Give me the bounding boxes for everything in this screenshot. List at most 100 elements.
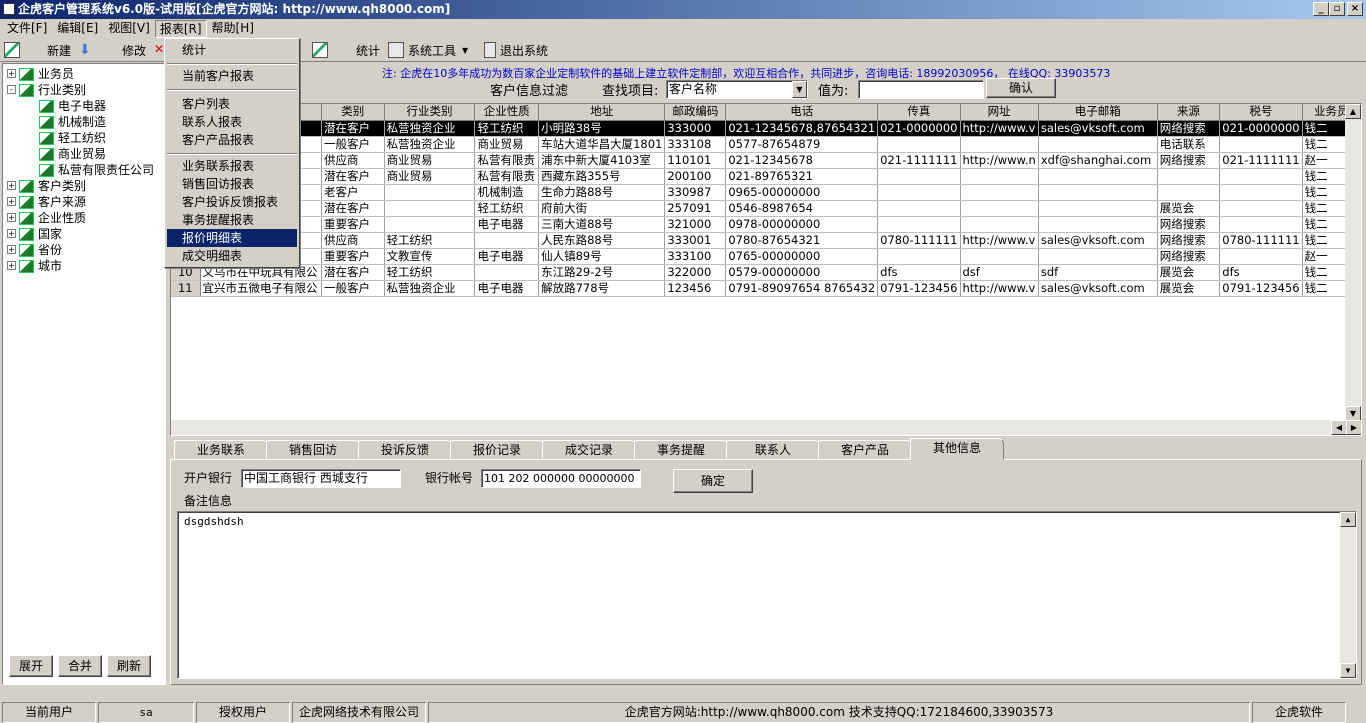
horizontal-scrollbar[interactable]: ◀ ▶ [171,420,1361,435]
scroll-down-button[interactable]: ▼ [1345,406,1361,421]
table-cell[interactable]: 021-0000000 [1219,120,1303,137]
table-cell[interactable] [960,216,1039,233]
scroll-left-button[interactable]: ◀ [1331,420,1347,435]
table-cell[interactable]: 商业贸易 [384,168,476,185]
table-row[interactable]: 限公潜在客户轻工纺织府前大街2570910546-8987654展览会钱二 [171,200,1361,217]
table-cell[interactable]: 西藏东路355号 [538,168,666,185]
tab-item[interactable]: 其他信息 [910,438,1004,460]
table-cell[interactable]: 0791-89097654 8765432 [725,280,879,297]
tree-expander-icon[interactable]: + [7,69,16,78]
account-input[interactable]: 101 202 000000 00000000 [481,469,641,488]
table-cell[interactable]: 0791-123456 [1219,280,1303,297]
table-cell[interactable]: http://www.v [960,120,1039,137]
table-cell[interactable] [1038,216,1158,233]
report-menu-item[interactable]: 业务联系报表 [167,157,297,175]
tab-item[interactable]: 投诉反馈 [358,440,452,460]
table-cell[interactable]: 轻工纺织 [474,120,540,137]
table-cell[interactable] [877,248,961,265]
table-cell[interactable]: 网络搜索 [1157,216,1221,233]
table-cell[interactable]: 潜在客户 [321,168,385,185]
table-cell[interactable]: 0791-123456 [877,280,961,297]
table-cell[interactable]: 私营有限责 [474,168,540,185]
table-row[interactable]: 重要客户 电子电器 三南大道88号 321000 0978-00000000 网络搜索 钱二 [171,216,1361,233]
table-cell[interactable]: dsf [960,264,1039,281]
customer-grid[interactable]: 类别行业类别企业性质地址邮政编码电话传真网址电子邮箱来源税号业务员 公司潜在客户… [170,103,1362,436]
table-cell[interactable]: 021-12345678 [725,152,879,169]
vertical-scrollbar[interactable]: ▲ ▼ [1345,104,1361,421]
table-cell[interactable] [474,232,540,249]
select-arrow-icon[interactable]: ▼ [792,81,807,98]
table-cell[interactable]: sales@vksoft.com [1038,232,1158,249]
table-cell[interactable]: 解放路778号 [538,280,666,297]
tree-node[interactable]: 电子电器 [39,98,106,114]
table-cell[interactable]: 潜在客户 [321,120,385,137]
table-cell[interactable]: 轻工纺织 [474,200,540,217]
table-cell[interactable] [960,184,1039,201]
table-cell[interactable] [1219,136,1303,153]
column-header[interactable]: 邮政编码 [664,104,727,121]
table-cell[interactable]: 生命力路88号 [538,184,666,201]
table-cell[interactable]: 文教宣传 [384,248,476,265]
table-cell[interactable]: 供应商 [321,232,385,249]
report-menu-item[interactable]: 联系人报表 [167,113,297,131]
menu-edit[interactable]: 编辑[E] [52,20,103,38]
new-button[interactable]: 新建 ⬇ [47,40,95,60]
tab-item[interactable]: 客户产品 [818,440,912,460]
maximize-button[interactable]: ▫ [1329,2,1345,16]
table-cell[interactable] [1038,184,1158,201]
stats-button[interactable]: 统计 [356,40,380,60]
tree-node[interactable]: 商业贸易 [39,146,106,162]
system-tools-button[interactable]: 系统工具 ▼ [388,40,468,60]
table-cell[interactable]: 333108 [664,136,727,153]
table-cell[interactable]: 021-1111111 [1219,152,1303,169]
table-cell[interactable]: 0965-00000000 [725,184,879,201]
table-cell[interactable]: 0579-00000000 [725,264,879,281]
table-cell[interactable]: 333100 [664,248,727,265]
table-row[interactable]: 老客户 机械制造 生命力路88号 330987 0965-00000000 钱二 [171,184,1361,201]
table-cell[interactable]: 257091 [664,200,727,217]
table-cell[interactable] [1038,136,1158,153]
column-header[interactable]: 传真 [877,104,961,121]
table-cell[interactable]: 0780-87654321 [725,232,879,249]
scroll-right-button[interactable]: ▶ [1346,420,1361,435]
menu-file[interactable]: 文件[F] [2,20,52,38]
column-header[interactable]: 电话 [725,104,879,121]
table-cell[interactable]: 商业贸易 [384,152,476,169]
tree-expander-icon[interactable]: + [7,229,16,238]
table-cell[interactable] [1219,248,1303,265]
tree-node[interactable]: + 省份 [7,242,62,258]
table-row[interactable]: 供应商 轻工纺织 人民东路88号 333001 0780-87654321 0780-11… [171,232,1361,249]
table-cell[interactable]: 三南大道88号 [538,216,666,233]
tree-node[interactable]: 私营有限责任公司 [39,162,154,178]
table-cell[interactable]: sales@vksoft.com [1038,120,1158,137]
tab-item[interactable]: 销售回访 [266,440,360,460]
table-cell[interactable]: 重要客户 [321,216,385,233]
table-cell[interactable] [877,216,961,233]
table-cell[interactable]: 021-89765321 [725,168,879,185]
category-tree[interactable]: + 业务员 - 行业类别 电子电器 机械制造 轻工纺织 商业贸易 私营有限责任公司 + 客户类别 + 客… [2,63,166,685]
table-cell[interactable]: 轻工纺织 [384,232,476,249]
tree-node[interactable]: + 城市 [7,258,62,274]
field-select[interactable]: 客户名称 ▼ [666,80,808,99]
table-cell[interactable] [1157,184,1221,201]
table-cell[interactable] [960,168,1039,185]
exit-button[interactable]: 退出系统 [484,40,548,60]
tree-expander-icon[interactable]: - [7,85,16,94]
table-cell[interactable] [1219,200,1303,217]
report-menu-item[interactable]: 成交明细表 [167,247,297,265]
table-row[interactable]: 公司潜在客户商业贸易私营有限责西藏东路355号200100021-8976532… [171,168,1361,185]
table-cell[interactable]: 电子电器 [474,248,540,265]
table-cell[interactable] [877,200,961,217]
expand-button[interactable]: 展开 [9,655,53,677]
tab-item[interactable]: 业务联系 [174,440,268,460]
table-row[interactable]: 一般客户 私营独资企业 商业贸易 车站大道华昌大厦1801 333108 0577-876… [171,136,1361,153]
table-cell[interactable]: 仙人镇89号 [538,248,666,265]
table-cell[interactable]: 电话联系 [1157,136,1221,153]
close-button[interactable]: × [1347,2,1363,16]
table-cell[interactable]: 333001 [664,232,727,249]
column-header[interactable]: 企业性质 [474,104,540,121]
table-cell[interactable]: 0978-00000000 [725,216,879,233]
tree-node[interactable]: 机械制造 [39,114,106,130]
confirm-detail-button[interactable]: 确定 [673,469,753,493]
table-cell[interactable]: 网络搜索 [1157,120,1221,137]
